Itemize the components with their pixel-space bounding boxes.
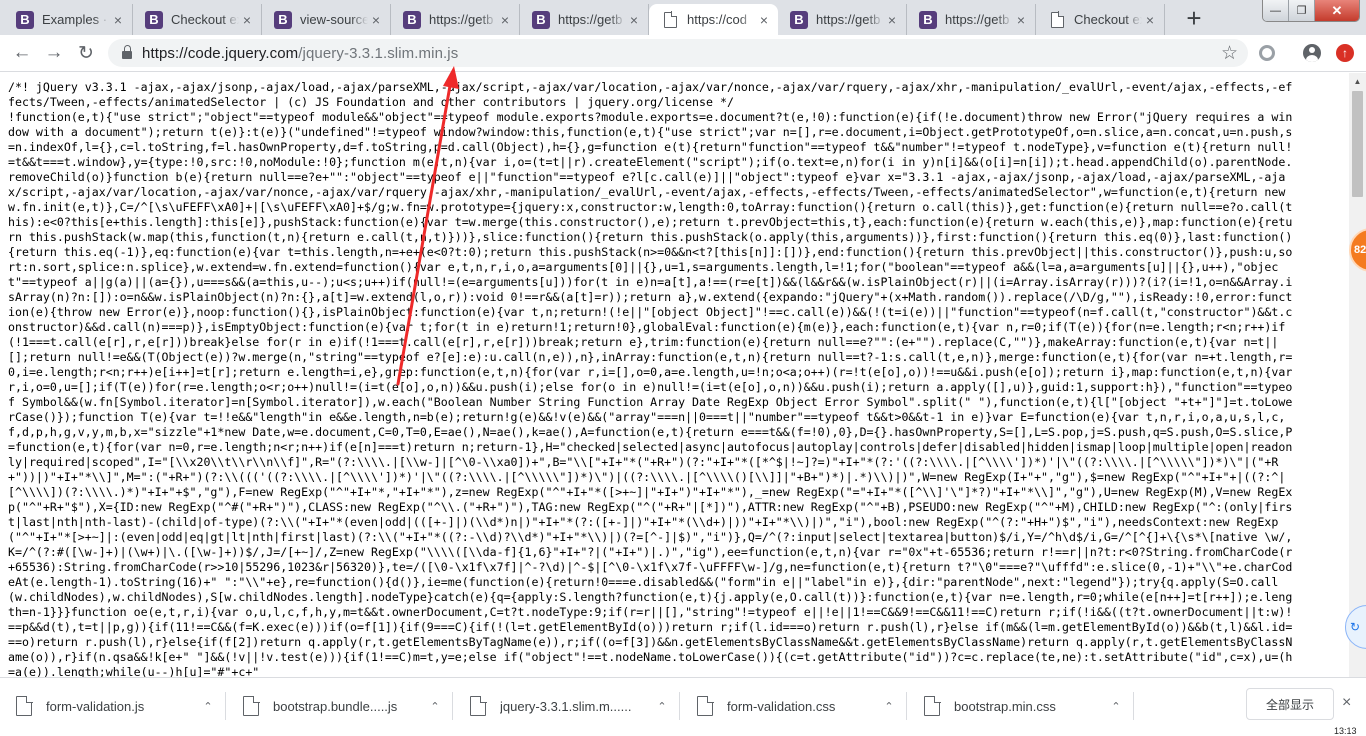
tab-3[interactable]: B https://getb × [391, 4, 520, 35]
chevron-up-icon[interactable]: ⌃ [196, 700, 220, 713]
download-item[interactable]: form-validation.css ⌃ [681, 678, 907, 734]
close-icon[interactable]: × [497, 12, 513, 28]
bootstrap-icon: B [274, 10, 292, 29]
forward-button[interactable]: → [40, 39, 68, 67]
browser-toolbar: ← → ↻ https://code.jquery.com/jquery-3.3… [0, 35, 1366, 72]
scroll-up-icon[interactable]: ▲ [1349, 73, 1366, 90]
file-icon [924, 695, 941, 716]
url-text[interactable]: https://code.jquery.com/jquery-3.3.1.sli… [142, 45, 458, 62]
download-item[interactable]: bootstrap.bundle.....js ⌃ [227, 678, 453, 734]
download-filename: bootstrap.min.css [954, 698, 1056, 714]
download-item[interactable]: jquery-3.3.1.slim.m...... ⌃ [454, 678, 680, 734]
bootstrap-icon: B [16, 10, 34, 29]
file-icon [697, 695, 714, 716]
tab-title: Examples · B [42, 12, 110, 27]
page-icon [1048, 11, 1066, 29]
bookmark-star-icon[interactable]: ☆ [1221, 42, 1238, 65]
tab-strip: B Examples · B × B Checkout ex × B view-… [0, 0, 1366, 35]
close-icon[interactable]: × [239, 12, 255, 28]
vertical-scrollbar[interactable]: ▲ [1349, 73, 1366, 677]
tab-title: https://getb [816, 12, 881, 27]
lock-icon[interactable] [112, 45, 142, 59]
tab-title: view-source: [300, 12, 368, 27]
profile-avatar-icon[interactable] [1300, 41, 1324, 65]
file-icon [243, 695, 260, 716]
bootstrap-icon: B [145, 10, 163, 29]
bootstrap-icon: B [403, 10, 421, 29]
bootstrap-icon: B [919, 10, 937, 29]
download-filename: bootstrap.bundle.....js [273, 698, 398, 714]
tab-4[interactable]: B https://getb × [520, 4, 649, 35]
tab-title: https://getb [558, 12, 623, 27]
download-item[interactable]: form-validation.js ⌃ [0, 678, 226, 734]
close-icon[interactable]: × [884, 12, 900, 28]
close-shelf-icon[interactable]: × [1342, 694, 1351, 712]
page-icon [661, 11, 679, 29]
tab-1[interactable]: B Checkout ex × [133, 4, 262, 35]
download-filename: form-validation.css [727, 698, 836, 714]
chevron-up-icon[interactable]: ⌃ [1104, 700, 1128, 713]
tab-title: https://cod [687, 12, 747, 27]
chevron-up-icon[interactable]: ⌃ [423, 700, 447, 713]
close-icon[interactable]: × [1013, 12, 1029, 28]
chevron-up-icon[interactable]: ⌃ [877, 700, 901, 713]
download-item[interactable]: bootstrap.min.css ⌃ [908, 678, 1134, 734]
update-alert-icon[interactable]: ↑ [1333, 41, 1357, 65]
maximize-button[interactable]: ❐ [1289, 0, 1315, 21]
close-icon[interactable]: × [1142, 12, 1158, 28]
url-path: /jquery-3.3.1.slim.min.js [298, 44, 459, 62]
file-icon [16, 695, 33, 716]
window-close-button[interactable]: ✕ [1315, 0, 1359, 21]
scrollbar-thumb[interactable] [1352, 91, 1363, 197]
url-host: https://code.jquery.com [142, 44, 299, 62]
file-icon [470, 695, 487, 716]
tab-title: Checkout ex [1074, 12, 1142, 27]
chevron-up-icon[interactable]: ⌃ [650, 700, 674, 713]
page-content: /*! jQuery v3.3.1 -ajax,-ajax/jsonp,-aja… [0, 73, 1349, 677]
tab-0[interactable]: B Examples · B × [4, 4, 133, 35]
reload-button[interactable]: ↻ [72, 39, 100, 67]
tab-2[interactable]: B view-source: × [262, 4, 391, 35]
address-bar[interactable]: https://code.jquery.com/jquery-3.3.1.sli… [108, 39, 1248, 67]
tab-7[interactable]: B https://getb × [907, 4, 1036, 35]
show-all-downloads-button[interactable]: 全部显示 [1246, 688, 1334, 720]
back-button[interactable]: ← [8, 39, 36, 67]
new-tab-button[interactable]: + [1180, 4, 1208, 32]
taskbar-clock: 13:13 [1334, 726, 1357, 736]
tab-5-active[interactable]: https://cod × [649, 4, 778, 35]
download-shelf: form-validation.js ⌃ bootstrap.bundle...… [0, 677, 1366, 736]
close-icon[interactable]: × [110, 12, 126, 28]
tab-8[interactable]: Checkout ex × [1036, 4, 1165, 35]
close-icon[interactable]: × [626, 12, 642, 28]
bootstrap-icon: B [790, 10, 808, 29]
tab-title: https://getb [945, 12, 1010, 27]
tab-title: https://getb [429, 12, 494, 27]
download-filename: jquery-3.3.1.slim.m...... [500, 698, 632, 714]
tab-title: Checkout ex [171, 12, 239, 27]
tab-6[interactable]: B https://getb × [778, 4, 907, 35]
source-code-text: /*! jQuery v3.3.1 -ajax,-ajax/jsonp,-aja… [8, 80, 1293, 677]
bootstrap-icon: B [532, 10, 550, 29]
close-icon[interactable]: × [368, 12, 384, 28]
close-icon[interactable]: × [756, 12, 772, 28]
minimize-button[interactable]: — [1263, 0, 1289, 21]
extension-icon[interactable] [1255, 41, 1279, 65]
download-filename: form-validation.js [46, 698, 145, 714]
window-controls: — ❐ ✕ [1262, 0, 1360, 22]
